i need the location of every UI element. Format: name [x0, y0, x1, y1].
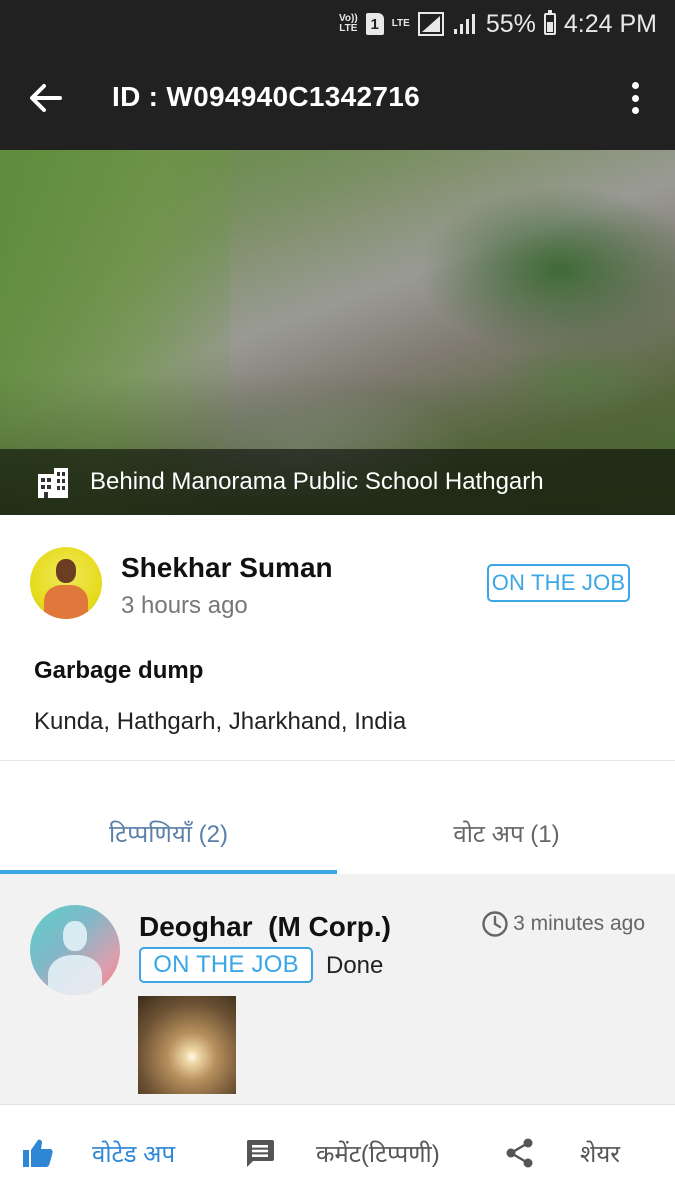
- comment-status-badge: ON THE JOB: [139, 947, 313, 983]
- comment-photo[interactable]: [138, 996, 236, 1094]
- sim-slot-icon: 1: [365, 13, 384, 35]
- battery-percent: 55%: [485, 9, 536, 38]
- status-badge: ON THE JOB: [487, 564, 630, 602]
- reporter-name[interactable]: Shekhar Suman: [121, 552, 333, 584]
- issue-category: Garbage dump: [34, 657, 204, 684]
- status-icons: Vo)) LTE 1 LTE 55% 4:24 PM: [339, 8, 657, 40]
- action-bar: वोटेड अप कमेंट(टिप्पणी) शेयर: [0, 1104, 675, 1200]
- battery-fill: [546, 22, 553, 32]
- signal-icon-2: [453, 14, 475, 34]
- comment-text: Done: [326, 952, 384, 979]
- page-title: ID : W094940C1342716: [112, 81, 420, 112]
- arrow-left-icon: [30, 84, 62, 112]
- comment-time: 3 minutes ago: [481, 910, 645, 938]
- issue-address: Kunda, Hathgarh, Jharkhand, India: [34, 708, 407, 735]
- report-card: Shekhar Suman 3 hours ago ON THE JOB Gar…: [0, 515, 675, 761]
- thumbs-up-icon: [23, 1139, 53, 1167]
- share-icon: [506, 1138, 533, 1168]
- comments-list[interactable]: Deoghar (M Corp.) 3 minutes ago ON THE J…: [0, 874, 675, 1104]
- more-options-button[interactable]: [625, 78, 645, 118]
- location-text: Behind Manorama Public School Hathgarh: [90, 468, 544, 495]
- posted-time: 3 hours ago: [121, 592, 248, 619]
- more-vert-icon: [631, 82, 639, 89]
- comment-label: कमेंट(टिप्पणी): [316, 1140, 440, 1168]
- building-icon: [38, 468, 68, 498]
- app-bar: ID : W094940C1342716: [0, 48, 675, 150]
- comment-button[interactable]: कमेंट(टिप्पणी): [244, 1105, 440, 1200]
- commenter-name[interactable]: Deoghar (M Corp.): [139, 911, 391, 943]
- issue-photo[interactable]: Behind Manorama Public School Hathgarh: [0, 150, 675, 515]
- commenter-avatar[interactable]: [30, 905, 120, 995]
- share-label: शेयर: [580, 1140, 621, 1168]
- avatar[interactable]: [30, 547, 102, 619]
- volte-indicator: Vo)) LTE: [338, 13, 358, 34]
- voted-up-button[interactable]: वोटेड अप: [22, 1105, 175, 1200]
- voted-up-label: वोटेड अप: [92, 1140, 176, 1168]
- tab-votes[interactable]: वोट अप (1): [338, 792, 675, 874]
- comment-time-text: 3 minutes ago: [513, 912, 645, 935]
- battery-icon: [543, 10, 556, 35]
- tab-comments[interactable]: टिप्पणियाँ (2): [0, 792, 337, 874]
- clock-time: 4:24 PM: [563, 9, 657, 38]
- back-button[interactable]: [24, 76, 68, 120]
- clock-icon: [482, 911, 508, 937]
- share-button[interactable]: शेयर: [504, 1105, 620, 1200]
- status-bar: Vo)) LTE 1 LTE 55% 4:24 PM: [0, 0, 675, 48]
- location-caption: Behind Manorama Public School Hathgarh: [0, 449, 675, 515]
- signal-icon: [417, 12, 444, 36]
- comment-icon: [247, 1140, 274, 1167]
- tab-bar: टिप्पणियाँ (2) वोट अप (1): [0, 792, 675, 874]
- lte-indicator: LTE: [391, 18, 410, 29]
